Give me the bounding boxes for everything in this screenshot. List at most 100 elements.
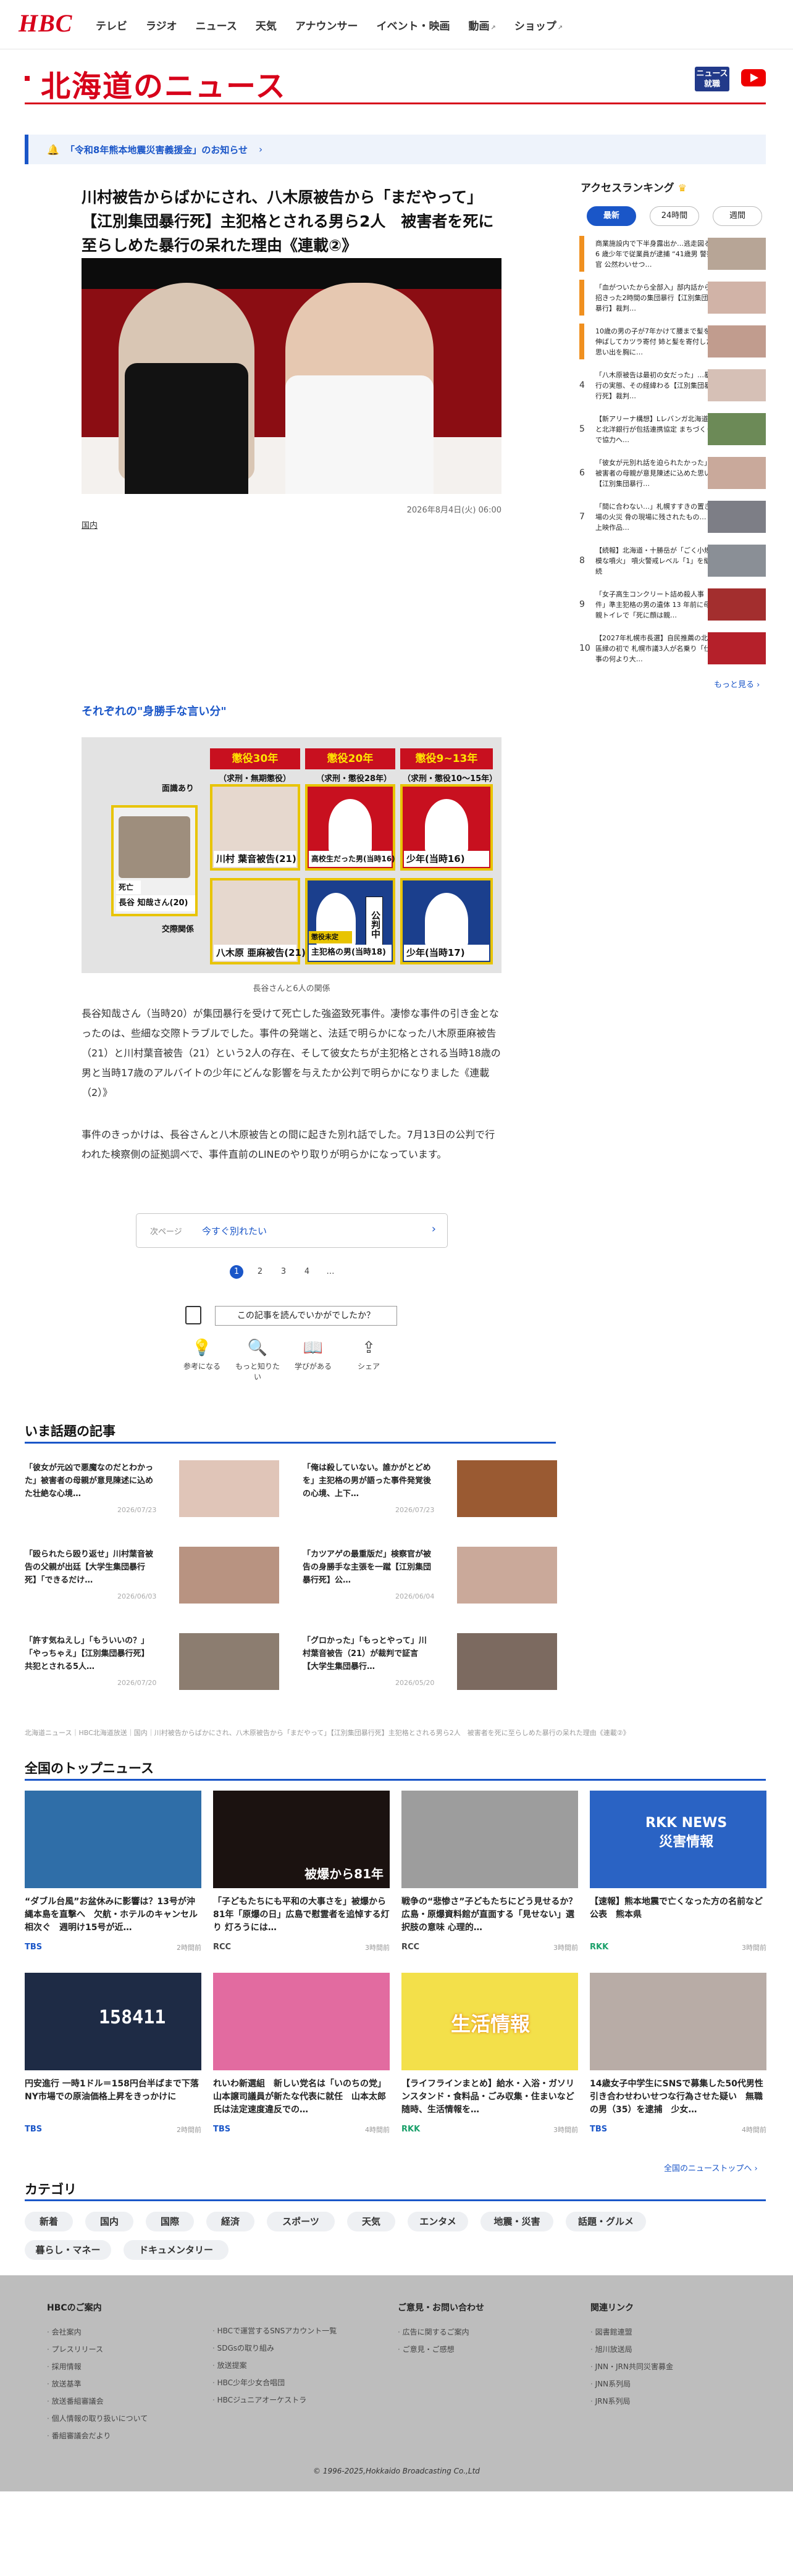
- survey-text[interactable]: この記事を読んでいかがでしたか？: [215, 1306, 397, 1326]
- tab-weekly[interactable]: 週間: [713, 206, 762, 226]
- footer-col-related: 関連リンク 図書館連盟 旭川放送局 JNN・JRN共同災害募金 JNN系列局 J…: [590, 2301, 673, 2410]
- footer-link[interactable]: HBCで運営するSNSアカウント一覧: [212, 2322, 337, 2340]
- ranking-item[interactable]: 1 商業施設内で下半身露出か…逃走図る6 歳少年で従業員が逮捕 “41歳男 警察官…: [579, 236, 766, 272]
- ranking-item[interactable]: 10 【2027年札幌市長選】自民推薦の北區縁の初で 札幌市議3人が名乗り「仕事の…: [579, 630, 766, 666]
- footer-link[interactable]: 個人情報の取り扱いについて: [47, 2410, 148, 2427]
- footer-link[interactable]: 番組審議会だより: [47, 2427, 148, 2444]
- ranking-item[interactable]: 3 10歳の男の子が7年かけて腰まで髪を伸ばしてカツラ寄付 姉と髪を寄付した思い出…: [579, 324, 766, 359]
- nav-event[interactable]: イベント・映画: [377, 17, 450, 33]
- footer-link[interactable]: ご意見・ご感想: [398, 2341, 484, 2358]
- chip-international[interactable]: 国際: [146, 2212, 194, 2231]
- hot-item[interactable]: 「彼女が元凶で悪魔なのだとわかった」被害者の母親が意見陳述に込めた壮絶な心境… 2…: [25, 1460, 279, 1522]
- footer-link[interactable]: 旭川放送局: [590, 2341, 673, 2358]
- footer-link[interactable]: JNN・JRN共同災害募金: [590, 2358, 673, 2375]
- footer-link[interactable]: 図書館連盟: [590, 2323, 673, 2341]
- national-item[interactable]: 戦争の“悲惨さ”子どもたちにどう見せるか？ 広島・原爆資料館が直面する「見せない…: [401, 1791, 578, 1988]
- page-4[interactable]: 4: [300, 1265, 314, 1279]
- article-category[interactable]: 国内: [82, 519, 98, 530]
- chip-documentary[interactable]: ドキュメンタリー: [124, 2240, 229, 2260]
- footer-link[interactable]: 放送番組審議会: [47, 2393, 148, 2410]
- footer-link[interactable]: 会社案内: [47, 2323, 148, 2341]
- reaction-more[interactable]: 🔍 もっと知りたい: [235, 1339, 280, 1382]
- national-item[interactable]: 158411 円安進行 一時1ドル＝158円台半ばまで下落 NY市場での原油価格上…: [25, 1973, 201, 2170]
- footer-link[interactable]: 広告に関するご案内: [398, 2323, 484, 2341]
- ranking-item[interactable]: 9 「女子高生コンクリート詰め殺人事件」準主犯格の男の遺体 13 年前に母親トイレ…: [579, 587, 766, 622]
- chip-weather[interactable]: 天気: [347, 2212, 395, 2231]
- chip-gourmet[interactable]: 話題・グルメ: [566, 2212, 646, 2231]
- footer-link[interactable]: 放送基準: [47, 2375, 148, 2393]
- search-icon: 🔍: [247, 1339, 268, 1357]
- reaction-learn[interactable]: 📖 学びがある: [290, 1339, 336, 1382]
- hot-item[interactable]: 「殴られたら殴り返せ」川村葉音被告の父親が出廷【大学生集団暴行死】「できるだけ……: [25, 1547, 279, 1608]
- hot-item[interactable]: 「許す気ねえし」「もういいの？」「やっちゃえ」【江別集団暴行死】共犯とされる5人…: [25, 1633, 279, 1695]
- nav-news[interactable]: ニュース: [196, 17, 237, 33]
- breadcrumb[interactable]: 北海道ニュース｜HBC北海道放送｜国内｜川村被告からばかにされ、八木原被告から「…: [25, 1728, 766, 1738]
- youtube-icon[interactable]: [741, 69, 766, 86]
- national-item[interactable]: れいわ新選組 新しい党名は「いのちの党」 山本譲司議員が新たな代表に就任 山本太…: [213, 1973, 390, 2170]
- footer-link[interactable]: JRN系列局: [590, 2393, 673, 2410]
- notice-banner[interactable]: 🔔 「令和8年熊本地震災害義援金」のお知らせ ›: [25, 135, 766, 164]
- ranking-more-link[interactable]: もっと見る ›: [714, 678, 760, 690]
- hot-item[interactable]: 「グロかった」「もっとやって」川村葉音被告（21）が裁判で証言【大学生集団暴行……: [303, 1633, 557, 1695]
- national-item[interactable]: 被爆から81年 「子どもたちにも平和の大事さを」被爆から81年「原爆の日」広島で慰…: [213, 1791, 390, 1988]
- reaction-label: もっと知りたい: [235, 1362, 280, 1381]
- nav-weather[interactable]: 天気: [256, 17, 277, 33]
- ranking-item[interactable]: 7 「間に合わない…」札幌すすきの置き場の火災 骨の現場に残されたもの… 上映作品…: [579, 499, 766, 535]
- footer-link[interactable]: プレスリリース: [47, 2341, 148, 2358]
- footer-link[interactable]: HBC少年少女合唱団: [212, 2374, 337, 2391]
- tab-24h[interactable]: 24時間: [650, 206, 699, 226]
- ranking-item[interactable]: 8 【続報】北海道・十勝岳が「ごく小規模な噴火」 噴火警戒レベル「1」を継続: [579, 543, 766, 579]
- hbc-logo[interactable]: HBC: [19, 9, 72, 38]
- national-item[interactable]: 14歳女子中学生にSNSで募集した50代男性引き合わせわいせつな行為させた疑い …: [590, 1973, 766, 2170]
- diagram-caption: 長谷さんと6人の関係: [253, 984, 330, 993]
- chip-sports[interactable]: スポーツ: [267, 2212, 335, 2231]
- tab-latest[interactable]: 最新: [587, 206, 636, 226]
- national-item[interactable]: “ダブル台風”お盆休みに影響は？13号が沖縄本島を直撃へ 欠航・ホテルのキャンセ…: [25, 1791, 201, 1988]
- chip-economy[interactable]: 経済: [206, 2212, 254, 2231]
- nav-announcer[interactable]: アナウンサー: [295, 17, 358, 33]
- chip-money[interactable]: 暮らし・マネー: [25, 2240, 111, 2260]
- chip-disaster[interactable]: 地震・災害: [480, 2212, 553, 2231]
- photo-person-left-top: [125, 363, 248, 494]
- footer-link[interactable]: 採用情報: [47, 2358, 148, 2375]
- page-3[interactable]: 3: [277, 1265, 290, 1279]
- hot-item[interactable]: 「俺は殺していない。誰かがとどめを」主犯格の男が語った事件発覚後の心境、上下… 2…: [303, 1460, 557, 1522]
- footer-link[interactable]: 放送提案: [212, 2357, 337, 2374]
- hot-text: 「彼女が元凶で悪魔なのだとわかった」被害者の母親が意見陳述に込めた壮絶な心境…: [25, 1463, 154, 1499]
- footer-link[interactable]: SDGsの取り組み: [212, 2340, 337, 2357]
- all-national-news-link[interactable]: 全国のニューストップへ ›: [664, 2162, 758, 2173]
- next-page-link[interactable]: 次ページ 今すぐ別れたい ›: [136, 1213, 448, 1248]
- national-thumbnail: [590, 1973, 766, 2070]
- reaction-helpful[interactable]: 💡 参考になる: [179, 1339, 225, 1382]
- ranking-item[interactable]: 6 「彼女が元別れ話を迫られたかった」被害者の母親が意見陳述に込めた思い【江別集団…: [579, 455, 766, 491]
- chevron-right-icon: ›: [757, 680, 760, 690]
- national-time: 4時間前: [365, 2126, 390, 2134]
- reaction-share[interactable]: ⇪ シェア: [346, 1339, 392, 1382]
- nav-shop[interactable]: ショップ ↗: [514, 17, 563, 33]
- footer-link[interactable]: HBCジュニアオーケストラ: [212, 2391, 337, 2409]
- hot-item[interactable]: 「カツアゲの最重版だ」検察官が被告の身勝手な主張を一蹴【江別集団暴行死】公… 20…: [303, 1547, 557, 1608]
- chip-domestic[interactable]: 国内: [85, 2212, 133, 2231]
- page-title: 北海道のニュース: [41, 69, 287, 104]
- sentence-tag-1: 懲役30年: [210, 748, 300, 769]
- ranking-item[interactable]: 5 【新アリーナ構想】Lレバンガ北海道と北洋銀行が包括連携協定 ​まちづくりで協力…: [579, 411, 766, 447]
- rank-number: 1: [579, 236, 584, 272]
- national-item[interactable]: 生活情報 【ライフラインまとめ】給水・入浴・ガソリンスタンド・食料品・ごみ収集・住…: [401, 1973, 578, 2170]
- national-item[interactable]: RKK NEWS 災害情報 【速報】熊本地震で亡くなった方の名前など公表 熊本県 R…: [590, 1791, 766, 1988]
- reaction-buttons: 💡 参考になる 🔍 もっと知りたい 📖 学びがある ⇪ シェア: [179, 1339, 392, 1382]
- chip-entertainment[interactable]: エンタメ: [408, 2212, 468, 2231]
- footer-link[interactable]: JNN系列局: [590, 2375, 673, 2393]
- ranking-item[interactable]: 2 「血がついたから全部入」部内話から招きった2時間の集団暴行【江別集団暴行】裁判…: [579, 280, 766, 316]
- chip-new[interactable]: 新着: [25, 2212, 73, 2231]
- trial-tag: 懲役未定: [309, 931, 352, 943]
- nav-radio[interactable]: ラジオ: [146, 17, 177, 33]
- nav-video[interactable]: 動画 ↗: [469, 17, 496, 33]
- notice-text[interactable]: 「令和8年熊本地震災害義援金」のお知らせ: [65, 143, 248, 156]
- news-badge[interactable]: ニュース 就職: [695, 67, 729, 91]
- page-1[interactable]: 1: [230, 1265, 243, 1279]
- page-2[interactable]: 2: [253, 1265, 267, 1279]
- next-page-title: 今すぐ別れたい: [202, 1226, 267, 1237]
- nav-tv[interactable]: テレビ: [96, 17, 127, 33]
- title-underline: [25, 102, 766, 104]
- ranking-item[interactable]: 4 「八木原被告は最初の女だった」…暴行の実態、その経緯わる【江別集団暴行死】裁判…: [579, 367, 766, 403]
